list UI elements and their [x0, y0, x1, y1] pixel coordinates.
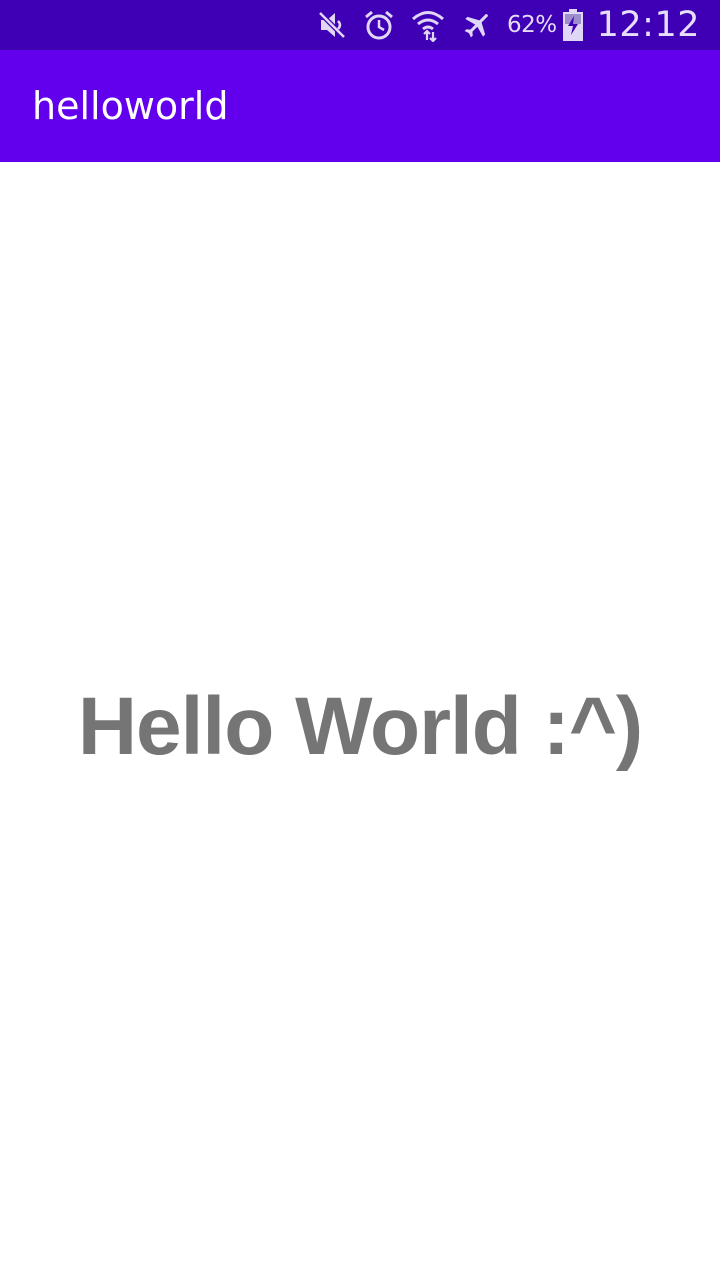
app-title: helloworld [32, 84, 229, 128]
alarm-icon [363, 9, 395, 41]
status-clock: 12:12 [596, 5, 700, 45]
mute-icon [317, 10, 347, 40]
status-bar: 62% 12:12 [0, 0, 720, 50]
app-bar: helloworld [0, 50, 720, 162]
wifi-icon [411, 8, 445, 42]
hello-world-text: Hello World :^) [77, 681, 643, 772]
battery-percent: 62% [507, 12, 557, 38]
status-icons: 62% 12:12 [301, 0, 700, 50]
airplane-mode-icon [461, 9, 493, 41]
battery-charging-icon [562, 9, 583, 41]
main-content: Hello World :^) [0, 162, 720, 1280]
